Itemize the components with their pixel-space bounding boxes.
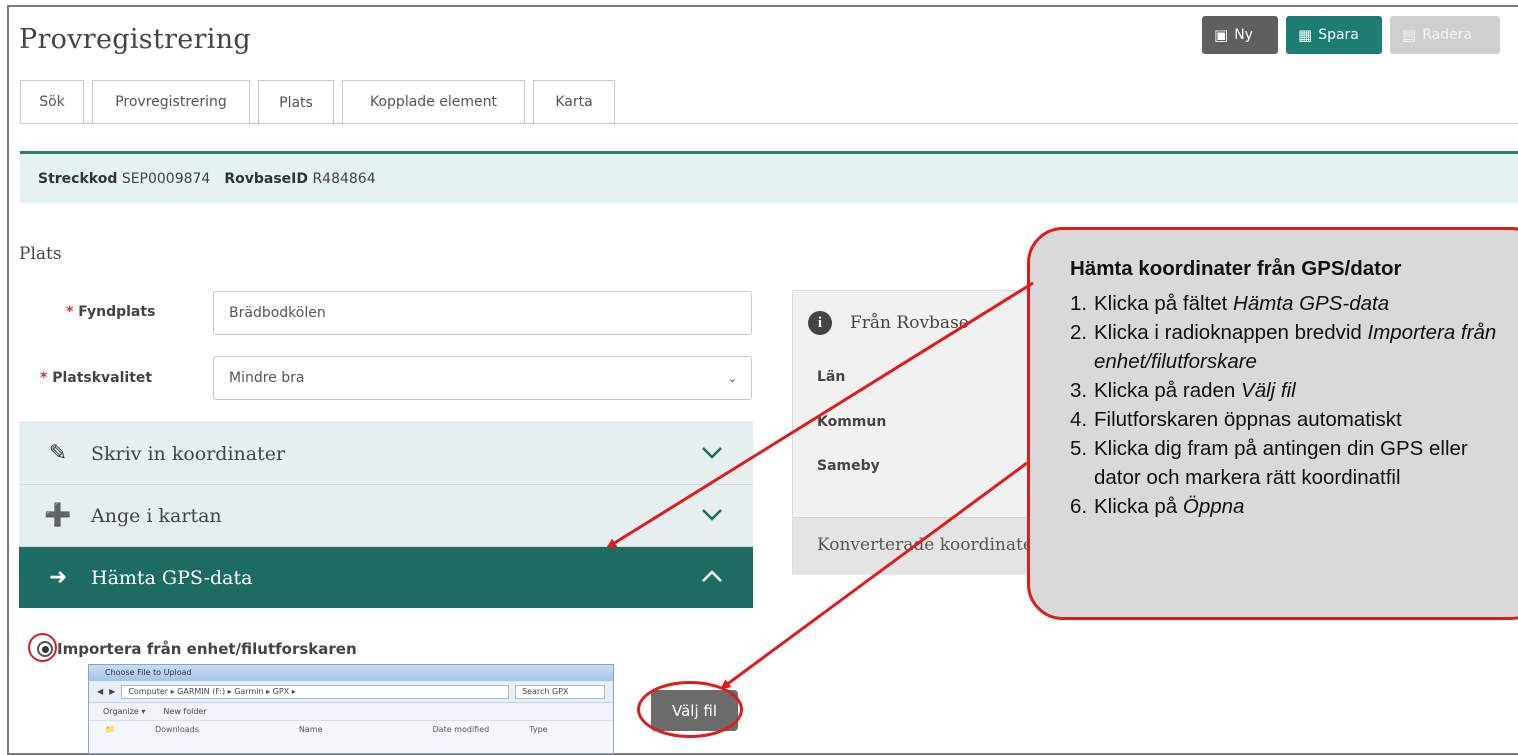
accordion-skriv-in-koordinater[interactable]: ✎ Skriv in koordinater	[19, 422, 753, 484]
highlight-ring	[28, 633, 57, 662]
tab-provregistrering[interactable]: Provregistrering	[92, 80, 250, 124]
callout-step: 6. Klicka på Öppna	[1070, 495, 1245, 518]
delete-button[interactable]: ▤ Radera	[1390, 16, 1500, 54]
callout-step: 2. Klicka i radioknappen bredvid Importer…	[1070, 321, 1497, 344]
tabs-divider	[20, 123, 1518, 124]
tab-plats[interactable]: Plats	[258, 80, 334, 126]
kommun-label: Kommun	[817, 414, 887, 430]
chevron-up-icon	[702, 570, 722, 582]
rovbase-title: Från Rovbase	[850, 313, 969, 333]
streckkod-value: SEP0009874	[121, 170, 211, 187]
konverterade-label: Konverterade koordinater	[817, 535, 1042, 555]
map-marker-plus-icon: ➕	[44, 503, 72, 528]
fyndplats-label: * Fyndplats	[66, 304, 156, 320]
toolbar: ▣ Ny ▦ Spara ▤ Radera	[1202, 16, 1500, 54]
highlight-ring	[637, 681, 743, 738]
platskvalitet-value: Mindre bra	[229, 370, 305, 386]
callout-step: 5. Klicka dig fram på antingen din GPS el…	[1070, 437, 1468, 460]
required-mark: *	[40, 370, 48, 386]
file-dialog-search: Search GPX	[515, 684, 605, 699]
tab-bar: Sök Provregistrering Plats Kopplade elem…	[20, 80, 615, 126]
tab-karta[interactable]: Karta	[533, 80, 615, 124]
tab-sok[interactable]: Sök	[20, 80, 84, 124]
floppy-disk-icon: ▦	[1298, 26, 1313, 44]
callout-step-continuation: enhet/filutforskare	[1094, 350, 1257, 373]
file-dialog-toolbar: Organize ▾ New folder	[89, 703, 613, 721]
callout-step: 3. Klicka på raden Välj fil	[1070, 379, 1296, 402]
device-import-icon: ➜	[48, 565, 68, 590]
trash-icon: ▤	[1402, 26, 1417, 44]
lan-label: Län	[817, 369, 846, 385]
import-label: Importera från enhet/filutforskaren	[57, 640, 357, 658]
new-button-label: Ny	[1234, 27, 1253, 43]
rovbase-id-label: RovbaseID	[224, 170, 308, 187]
tab-kopplade-element[interactable]: Kopplade element	[342, 80, 525, 124]
chevron-down-icon	[702, 447, 722, 459]
info-icon: i	[808, 311, 832, 335]
plats-section-title: Plats	[19, 244, 62, 264]
callout-step-continuation: dator och markera rätt koordinatfil	[1094, 466, 1401, 489]
chevron-down-icon	[702, 509, 722, 521]
sameby-label: Sameby	[817, 458, 880, 474]
accordion-ange-label: Ange i kartan	[91, 504, 222, 527]
accordion-hamta-gps-data[interactable]: ➜ Hämta GPS-data	[19, 546, 753, 608]
accordion-skriv-label: Skriv in koordinater	[91, 442, 286, 465]
pencil-icon: ✎	[48, 441, 68, 466]
delete-button-label: Radera	[1422, 27, 1473, 43]
barcode-bar: Streckkod SEP0009874 RovbaseID R484864	[20, 151, 1518, 203]
save-button-label: Spara	[1318, 27, 1359, 43]
forward-icon: ▶	[109, 687, 116, 696]
fyndplats-value: Brädbodkölen	[229, 305, 326, 321]
accordion-ange-i-kartan[interactable]: ➕ Ange i kartan	[19, 484, 753, 546]
callout-step: 4. Filutforskaren öppnas automatiskt	[1070, 408, 1402, 431]
save-button[interactable]: ▦ Spara	[1286, 16, 1382, 54]
back-icon: ◀	[97, 687, 104, 696]
instruction-callout: Hämta koordinater från GPS/dator 1. Klick…	[1027, 227, 1518, 620]
streckkod-label: Streckkod	[38, 170, 118, 187]
new-document-icon: ▣	[1214, 26, 1229, 44]
file-dialog-addressbar: ◀ ▶ Computer ▸ GARMIN (F:) ▸ Garmin ▸ GP…	[89, 681, 613, 703]
new-button[interactable]: ▣ Ny	[1202, 16, 1278, 54]
file-dialog-row: 📁 Downloads Name Date modified Type	[105, 724, 548, 734]
platskvalitet-label: * Platskvalitet	[40, 370, 153, 386]
fyndplats-input[interactable]: Brädbodkölen	[213, 291, 752, 335]
required-mark: *	[66, 304, 74, 320]
import-option: Importera från enhet/filutforskaren	[37, 640, 357, 658]
file-dialog-title: Choose File to Upload	[89, 665, 613, 681]
chevron-down-icon: ⌄	[727, 371, 737, 385]
accordion-hamta-label: Hämta GPS-data	[91, 566, 253, 589]
folder-icon: 📁	[105, 724, 115, 734]
page-title: Provregistrering	[19, 24, 251, 55]
rovbase-id-value: R484864	[312, 170, 376, 187]
platskvalitet-select[interactable]: Mindre bra ⌄	[213, 356, 752, 400]
file-dialog-thumbnail: Choose File to Upload ◀ ▶ Computer ▸ GAR…	[88, 664, 614, 754]
callout-step: 1. Klicka på fältet Hämta GPS-data	[1070, 292, 1390, 315]
callout-steps: 1. Klicka på fältet Hämta GPS-data 2. Klic…	[1070, 275, 1496, 521]
file-dialog-address: Computer ▸ GARMIN (F:) ▸ Garmin ▸ GPX ▸	[121, 684, 509, 699]
